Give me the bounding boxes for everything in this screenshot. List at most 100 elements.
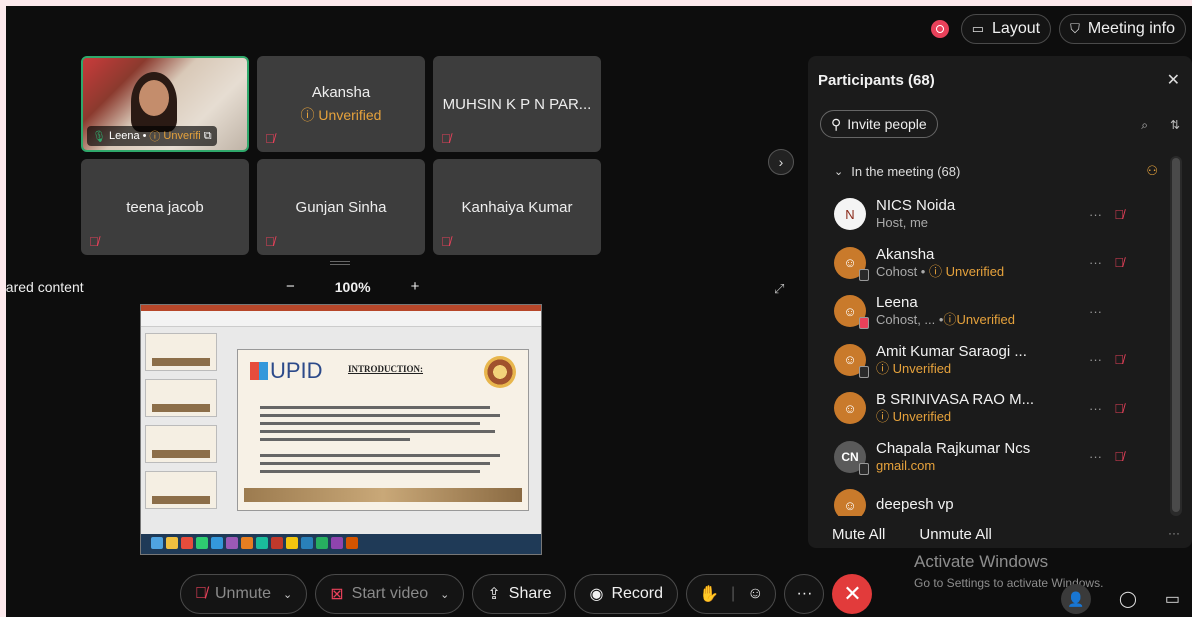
shared-screen[interactable]: UPID INTRODUCTION: [140, 304, 542, 555]
shared-content-label: hared content [6, 279, 84, 295]
layout-label: Layout [992, 20, 1041, 37]
more-options-icon[interactable]: ··· [1089, 401, 1102, 416]
mic-muted-icon[interactable]: 🎙̸ [1114, 352, 1124, 367]
unverified-icon: ⓘ [876, 409, 890, 425]
participant-row[interactable]: ☺ B SRINIVASA RAO M... ⓘ Unverified ··· … [818, 384, 1166, 433]
record-button[interactable]: ◉ Record [574, 574, 679, 614]
start-video-button[interactable]: ⊠ Start video ⌄ [315, 574, 465, 614]
slide-thumbnail [145, 379, 217, 417]
expand-icon[interactable]: ⤢ [774, 281, 784, 297]
panel-footer: Mute All Unmute All [832, 526, 992, 543]
top-bar: ▭ Layout ⛉ Meeting info [930, 14, 1186, 44]
share-icon: ⇪ [487, 586, 501, 603]
next-page-chevron-icon[interactable]: › [768, 149, 794, 175]
admit-icon[interactable]: ⚇ [1146, 163, 1158, 179]
search-icon[interactable]: ⌕ [1141, 118, 1148, 133]
participants-scrollbar[interactable] [1170, 156, 1182, 516]
tile-name: Kanhaiya Kumar [461, 198, 573, 216]
mic-muted-icon[interactable]: 🎙̸ [1114, 449, 1124, 464]
share-button[interactable]: ⇪ Share [472, 574, 567, 614]
mic-muted-icon[interactable]: 🎙̸ [1114, 255, 1124, 270]
avatar: ☺ [834, 295, 869, 330]
participants-icon[interactable]: 👤 [1060, 584, 1091, 614]
more-options-icon: ··· [796, 585, 813, 602]
zoom-out-button[interactable]: − [286, 278, 295, 295]
device-badge [859, 365, 869, 378]
right-toolbar: 👤 ◯ ▭ [1060, 584, 1180, 614]
unverified-text: Unverified [945, 263, 1005, 279]
invite-people-button[interactable]: ⚲ Invite people [820, 110, 938, 138]
slide-footer-bar [244, 488, 522, 502]
participant-row[interactable]: ☺ Akansha Cohost • ⓘ Unverified ··· 🎙̸ [818, 239, 1166, 288]
participant-row[interactable]: N NICS Noida Host, me ··· 🎙̸ [818, 190, 1166, 239]
unmute-label: Unmute [215, 585, 272, 602]
more-options-icon[interactable]: ··· [1089, 352, 1102, 367]
folder-icon[interactable]: ▭ [1165, 589, 1180, 609]
text-line [260, 462, 490, 465]
more-options-icon[interactable]: ··· [1168, 526, 1180, 540]
text-line [260, 438, 410, 441]
meeting-info-button[interactable]: ⛉ Meeting info [1059, 14, 1186, 44]
share-label: Share [508, 585, 552, 602]
in-meeting-section[interactable]: ⌄ In the meeting (68) ⚇ [818, 152, 1166, 190]
video-tile[interactable]: teena jacob 🎙̸ [81, 159, 249, 255]
more-options-icon[interactable]: ··· [1089, 207, 1102, 222]
mute-all-button[interactable]: Mute All [832, 526, 885, 543]
panel-title: Participants (68) [818, 72, 935, 89]
more-options-icon[interactable]: ··· [1089, 304, 1102, 319]
leave-meeting-button[interactable]: ✕ [832, 574, 873, 614]
participant-role: gmail.com [876, 458, 1030, 474]
meeting-window: ▭ Layout ⛉ Meeting info 🎙 Leena • ⓘ Unve… [6, 6, 1192, 617]
mic-muted-icon: 🎙̸ [441, 131, 451, 146]
participant-row[interactable]: ☺ Leena Cohost, ... •ⓘUnverified ··· [818, 287, 1166, 336]
zoom-level: 100% [334, 278, 371, 295]
emoji-icon[interactable]: ☺ [747, 585, 763, 603]
participant-info: deepesh vp [876, 496, 954, 514]
participant-row[interactable]: ☺ Amit Kumar Saraogi ... ⓘ Unverified ··… [818, 336, 1166, 385]
video-tile-active-speaker[interactable]: 🎙 Leena • ⓘ Unverifi ⧉ [81, 56, 249, 152]
text-line [260, 470, 480, 473]
zoom-in-button[interactable]: + [411, 278, 420, 295]
participant-name: Amit Kumar Saraogi ... [876, 342, 1027, 360]
text-line [260, 454, 500, 457]
more-options-icon[interactable]: ··· [1089, 255, 1102, 270]
tile-content: Akansha ⓘ Unverified [257, 56, 425, 152]
participant-name: Chapala Rajkumar Ncs [876, 439, 1031, 457]
close-icon: ✕ [843, 581, 862, 606]
speaker-label: 🎙 Leena • ⓘ Unverifi ⧉ [87, 126, 217, 146]
unmute-all-button[interactable]: Unmute All [919, 526, 992, 543]
mic-muted-icon[interactable]: 🎙̸ [1114, 207, 1124, 222]
unverified-text: Unverified [956, 312, 1015, 328]
video-tile[interactable]: MUHSIN K P N PAR... 🎙̸ [433, 56, 601, 152]
record-icon: ◉ [589, 586, 604, 603]
unmute-button[interactable]: 🎙̸ Unmute ⌄ [180, 574, 308, 614]
mic-muted-icon[interactable]: 🎙̸ [1114, 401, 1124, 416]
layout-button[interactable]: ▭ Layout [960, 14, 1052, 44]
reactions-button[interactable]: ✋ | ☺ [686, 574, 777, 614]
section-label: In the meeting (68) [851, 163, 961, 179]
participant-row[interactable]: ☺ deepesh vp [818, 481, 1166, 516]
participant-email: gmail.com [876, 457, 936, 473]
raise-hand-icon[interactable]: ✋ [699, 584, 719, 604]
participant-info: Akansha Cohost • ⓘ Unverified [876, 246, 1004, 280]
recording-indicator-icon[interactable] [930, 20, 949, 38]
sort-icon[interactable]: ⇅ [1170, 118, 1180, 133]
chat-icon[interactable]: ◯ [1119, 589, 1137, 609]
more-options-button[interactable]: ··· [784, 574, 825, 614]
text-line [260, 406, 490, 409]
avatar-initials: CN [841, 449, 859, 464]
video-tile[interactable]: Akansha ⓘ Unverified 🎙̸ [257, 56, 425, 152]
resize-handle[interactable] [330, 261, 350, 265]
activate-title: Activate Windows [914, 552, 1049, 571]
avatar: ☺ [834, 392, 866, 425]
more-options-icon[interactable]: ··· [1089, 449, 1102, 464]
start-video-label: Start video [351, 585, 429, 602]
video-tile[interactable]: Kanhaiya Kumar 🎙̸ [433, 159, 601, 255]
participant-row[interactable]: CN Chapala Rajkumar Ncs gmail.com ··· 🎙̸ [818, 433, 1166, 482]
close-icon[interactable]: ✕ [1167, 70, 1180, 90]
chevron-down-icon[interactable]: ⌄ [283, 588, 292, 601]
chevron-down-icon[interactable]: ⌄ [440, 588, 449, 601]
video-tile[interactable]: Gunjan Sinha 🎙̸ [257, 159, 425, 255]
participant-info: NICS Noida Host, me [876, 197, 955, 231]
text-line [260, 414, 500, 417]
